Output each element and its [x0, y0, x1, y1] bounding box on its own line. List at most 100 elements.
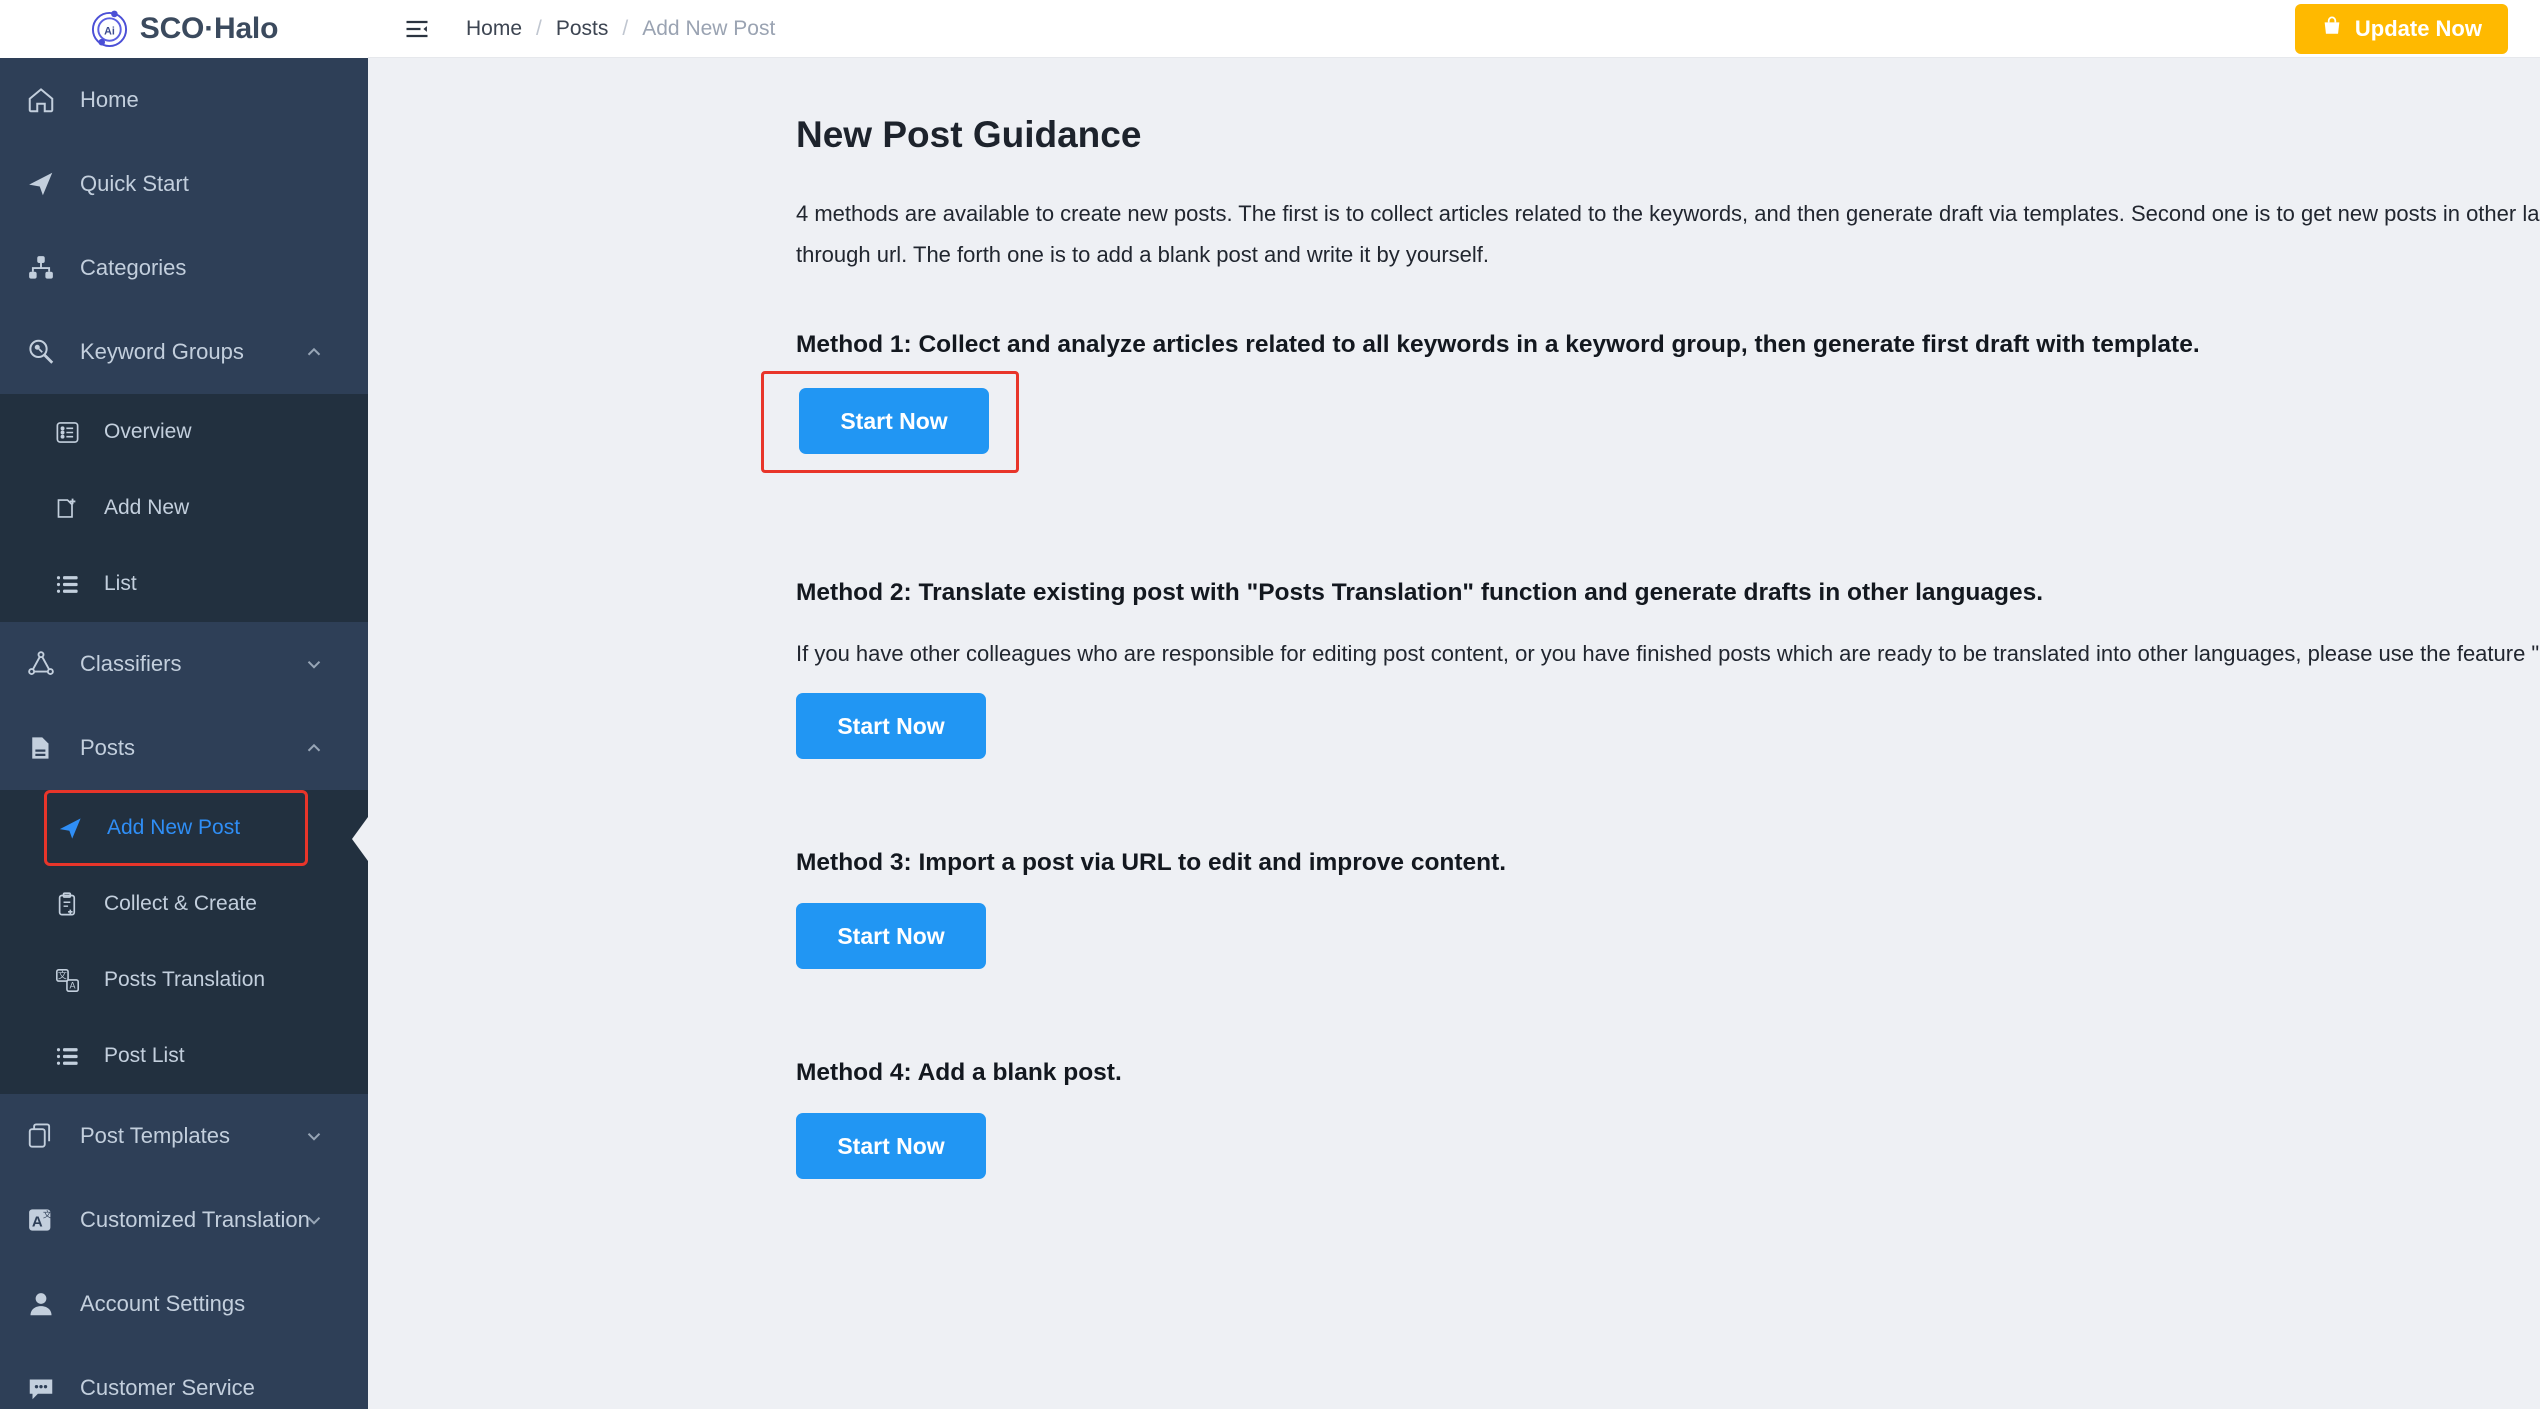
method-description: If you have other colleagues who are res…: [796, 641, 2540, 667]
sidebar-item-label: Account Settings: [80, 1291, 246, 1316]
sidebar-item-add-new[interactable]: Add New: [0, 470, 368, 546]
chevron-down-icon[interactable]: [302, 1208, 326, 1232]
sidebar-item-label: Post List: [104, 1044, 185, 1067]
network-nodes-icon: [24, 647, 58, 681]
page-intro-text: 4 methods are available to create new po…: [796, 201, 2540, 267]
start-now-button-method-1[interactable]: Start Now: [799, 388, 989, 455]
sidebar-item-account-settings[interactable]: Account Settings: [0, 1262, 368, 1346]
method-4-button-wrap: Start Now: [796, 1113, 2540, 1180]
sidebar-item-customized-translation[interactable]: A 文 Customized Translation: [0, 1178, 368, 1262]
method-block-1: Method 1: Collect and analyze articles r…: [761, 331, 2540, 474]
bullet-list-icon: [52, 569, 82, 599]
file-plus-icon: [52, 493, 82, 523]
sidebar-item-label: Posts: [80, 735, 136, 760]
bullet-list-icon: [52, 1041, 82, 1071]
sidebar-item-collect-and-create[interactable]: Collect & Create: [0, 866, 368, 942]
menu-collapse-icon[interactable]: [402, 14, 432, 44]
shopping-bag-icon: [2321, 15, 2343, 43]
sidebar-item-label: Quick Start: [80, 171, 189, 196]
sidebar-item-keyword-groups[interactable]: Keyword Groups: [0, 310, 368, 394]
sidebar-item-label: Add New Post: [107, 816, 241, 839]
chevron-down-icon[interactable]: [302, 652, 326, 676]
start-now-button-method-4[interactable]: Start Now: [796, 1113, 986, 1180]
breadcrumb-item-home[interactable]: Home: [466, 17, 522, 41]
user-icon: [24, 1287, 58, 1321]
sidebar-item-label: Classifiers: [80, 651, 182, 676]
start-now-button-method-3[interactable]: Start Now: [796, 903, 986, 970]
sidebar-item-categories[interactable]: Categories: [0, 226, 368, 310]
translate-box-icon: A 文: [24, 1203, 58, 1237]
breadcrumb-item-posts[interactable]: Posts: [556, 17, 609, 41]
sidebar-item-post-list[interactable]: Post List: [0, 1018, 368, 1094]
submenu-keyword-groups: Overview Add New List: [0, 394, 368, 622]
sidebar-item-label: Customer Service: [80, 1375, 255, 1400]
breadcrumb: Home / Posts / Add New Post: [466, 17, 775, 41]
sidebar-item-overview[interactable]: Overview: [0, 394, 368, 470]
main-area: Home / Posts / Add New Post Update Now N…: [368, 0, 2540, 1409]
sitemap-icon: [24, 251, 58, 285]
paper-plane-icon: [55, 813, 85, 843]
chevron-up-icon[interactable]: [302, 340, 326, 364]
clipboard-plus-icon: [52, 889, 82, 919]
sidebar-item-classifiers[interactable]: Classifiers: [0, 622, 368, 706]
chevron-down-icon[interactable]: [302, 1124, 326, 1148]
breadcrumb-separator: /: [622, 16, 629, 40]
sidebar-item-label: Add New: [104, 496, 190, 519]
home-icon: [24, 83, 58, 117]
document-icon: [24, 731, 58, 765]
brand-logo[interactable]: Ai SCO·Halo: [0, 0, 368, 58]
sidebar-item-home[interactable]: Home: [0, 58, 368, 142]
breadcrumb-separator: /: [536, 16, 542, 40]
sidebar: Ai SCO·Halo Home Quick Start Categories …: [0, 0, 368, 1409]
sidebar-item-label: Posts Translation: [104, 968, 266, 991]
collapse-arrow-left-icon[interactable]: [352, 817, 368, 861]
sidebar-item-post-templates[interactable]: Post Templates: [0, 1094, 368, 1178]
chevron-up-icon[interactable]: [302, 736, 326, 760]
method-1-button-highlight-box: Start Now: [761, 371, 1019, 474]
sidebar-item-label: List: [104, 572, 137, 595]
sidebar-item-posts-translation[interactable]: 文 A Posts Translation: [0, 942, 368, 1018]
method-3-button-wrap: Start Now: [796, 903, 2540, 970]
method-title: Method 3: Import a post via URL to edit …: [796, 849, 1507, 877]
sidebar-item-quick-start[interactable]: Quick Start: [0, 142, 368, 226]
sidebar-nav: Home Quick Start Categories Keyword Grou…: [0, 58, 368, 1409]
svg-text:文: 文: [43, 1209, 52, 1220]
svg-text:A: A: [69, 980, 75, 990]
sidebar-item-add-new-post[interactable]: Add New Post: [44, 790, 308, 866]
sidebar-item-label: Collect & Create: [104, 892, 257, 915]
method-2-button-wrap: Start Now: [796, 693, 2540, 760]
svg-text:A: A: [32, 1213, 43, 1230]
magnifier-key-icon: [24, 335, 58, 369]
paper-plane-icon: [24, 167, 58, 201]
svg-text:文: 文: [57, 969, 66, 980]
sidebar-item-label: Home: [80, 87, 139, 112]
sidebar-item-label: Keyword Groups: [80, 339, 244, 364]
page-content: New Post Guidance 4 methods are availabl…: [368, 58, 2540, 1409]
copy-stack-icon: [24, 1119, 58, 1153]
sidebar-item-label: Customized Translation: [80, 1207, 310, 1232]
sidebar-item-label: Categories: [80, 255, 187, 280]
start-now-button-method-2[interactable]: Start Now: [796, 693, 986, 760]
method-title: Method 2: Translate existing post with "…: [796, 579, 2044, 607]
list-box-icon: [52, 417, 82, 447]
breadcrumb-item-current: Add New Post: [642, 16, 776, 40]
svg-text:Ai: Ai: [104, 25, 115, 37]
submenu-posts: Add New Post Collect & Create 文 A Posts …: [0, 790, 368, 1094]
sidebar-item-label: Overview: [104, 420, 192, 443]
sidebar-item-posts[interactable]: Posts: [0, 706, 368, 790]
sidebar-item-list[interactable]: List: [0, 546, 368, 622]
page-title: New Post Guidance: [796, 114, 1142, 155]
ai-atom-logo-icon: Ai: [90, 10, 129, 49]
chat-bubble-icon: [24, 1371, 58, 1405]
method-block-4: Method 4: Add a blank post. Start Now: [796, 1059, 2540, 1180]
method-block-2: Method 2: Translate existing post with "…: [796, 579, 2540, 760]
method-title: Method 1: Collect and analyze articles r…: [796, 331, 2200, 359]
brand-name: SCO·Halo: [139, 12, 279, 45]
app-root: Ai SCO·Halo Home Quick Start Categories …: [0, 0, 2540, 1409]
sidebar-item-customer-service[interactable]: Customer Service: [0, 1346, 368, 1409]
topbar: Home / Posts / Add New Post Update Now: [368, 0, 2540, 58]
method-block-3: Method 3: Import a post via URL to edit …: [796, 849, 2540, 970]
update-now-button[interactable]: Update Now: [2294, 3, 2508, 54]
